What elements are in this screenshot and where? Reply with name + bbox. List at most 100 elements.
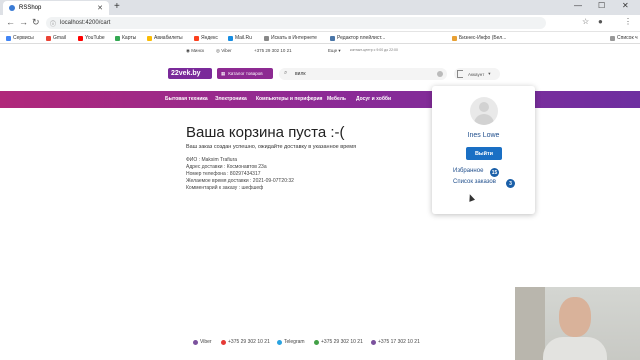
bookmark-label: Карты	[122, 35, 137, 41]
footer-label: +375 29 302 10 21	[321, 339, 363, 345]
bookmark-item[interactable]: Бизнес-Инфо (Бел...	[452, 35, 506, 41]
bookmark-item[interactable]: Сервисы	[6, 35, 34, 41]
site-info-icon[interactable]: ⓘ	[50, 19, 56, 28]
footer-phone-link[interactable]: +375 29 302 10 21	[314, 339, 363, 345]
phone-label: +375 29 302 10 21	[254, 48, 292, 53]
new-tab-button[interactable]: +	[114, 1, 120, 12]
bookmark-icon	[228, 35, 233, 41]
bookmark-icon	[115, 35, 120, 41]
login-icon	[457, 70, 463, 78]
address-bar-row: ← → ↻ ⓘ localhost:4200/cart ☆ ● ⋮	[0, 15, 640, 32]
bookmark-icon	[194, 35, 199, 41]
tab-close-icon[interactable]: ✕	[97, 4, 103, 12]
order-detail: Желаемое время доставки : 2021-09-07T20:…	[186, 178, 294, 184]
star-icon[interactable]: ☆	[582, 17, 589, 26]
viber-icon	[193, 339, 198, 345]
webcam-person-body	[543, 337, 607, 360]
category-nav: Бытовая техника Электроника Компьютеры и…	[0, 91, 640, 108]
favorites-link[interactable]: Избранное	[453, 168, 483, 174]
close-window-button[interactable]: ✕	[622, 1, 629, 10]
clear-search-icon[interactable]	[437, 71, 443, 77]
location-link[interactable]: ◉ Минск	[186, 48, 204, 54]
browser-tab[interactable]: RSShop ✕	[3, 1, 109, 15]
city-label: Минск	[191, 48, 205, 53]
footer-telegram-link[interactable]: Telegram	[277, 339, 305, 345]
hours-text: контакт-центр с 9:00 до 22:00	[350, 48, 398, 52]
bookmark-item[interactable]: YouTube	[78, 35, 105, 41]
bookmark-icon	[330, 35, 335, 41]
orders-count-badge: 3	[506, 179, 515, 188]
telegram-icon	[277, 339, 282, 345]
catalog-label: Каталог товаров	[228, 71, 263, 76]
footer-viber-link[interactable]: Viber	[193, 339, 212, 345]
catalog-button[interactable]: ▦ Каталог товаров	[217, 68, 273, 79]
site-logo[interactable]: 22vek.by	[168, 68, 212, 79]
catalog-grid-icon: ▦	[221, 70, 226, 76]
viber-label: Viber	[221, 48, 232, 53]
bookmark-label: Mail.Ru	[235, 35, 252, 41]
more-dropdown[interactable]: Еще ▾	[328, 48, 341, 54]
bookmark-item[interactable]: Mail.Ru	[228, 35, 252, 41]
favorites-count-badge: 15	[490, 168, 499, 177]
bookmark-icon	[147, 35, 152, 41]
chevron-down-icon: ▾	[488, 71, 491, 76]
bookmark-item[interactable]: Искать в Интернете	[264, 35, 317, 41]
bookmark-icon	[78, 35, 83, 41]
nav-item[interactable]: Электроника	[215, 96, 247, 102]
footer-phone-link[interactable]: +375 29 302 10 21	[221, 339, 270, 345]
footer-label: +375 17 302 10 21	[378, 339, 420, 345]
account-label: Аккаунт	[468, 71, 485, 77]
webcam-background-shape	[515, 287, 545, 360]
maximize-button[interactable]: ☐	[598, 1, 605, 10]
back-icon[interactable]: ←	[6, 17, 15, 27]
bookmark-label: Сервисы	[13, 35, 34, 41]
nav-item[interactable]: Бытовая техника	[165, 96, 208, 102]
phone-icon	[371, 339, 376, 345]
avatar-body-shape	[474, 114, 494, 125]
url-text: localhost:4200/cart	[60, 20, 111, 26]
bookmarks-bar: Сервисы Gmail YouTube Карты Авиабилеты Я…	[0, 32, 640, 44]
bookmark-icon	[452, 35, 457, 41]
bookmark-icon	[264, 35, 269, 41]
bookmark-label: Авиабилеты	[154, 35, 183, 41]
phone-icon	[221, 339, 226, 345]
avatar	[470, 97, 498, 125]
bookmark-item[interactable]: Список ч	[610, 35, 638, 41]
logout-button[interactable]: Выйти	[466, 147, 502, 160]
bookmark-label: Список ч	[617, 35, 638, 41]
search-value: вилк	[295, 71, 306, 77]
search-input[interactable]: ⌕ вилк	[279, 68, 447, 80]
reload-icon[interactable]: ↻	[32, 17, 40, 28]
nav-item[interactable]: Досуг и хобби	[356, 96, 391, 102]
bookmark-item[interactable]: Авиабилеты	[147, 35, 183, 41]
phone-icon	[314, 339, 319, 345]
url-field[interactable]: ⓘ localhost:4200/cart	[46, 17, 546, 29]
orders-link[interactable]: Список заказов	[453, 179, 496, 185]
bookmark-item[interactable]: Яндекс	[194, 35, 218, 41]
footer-label: Telegram	[284, 339, 305, 345]
menu-icon[interactable]: ⋮	[624, 17, 632, 26]
bookmark-label: Бизнес-Инфо (Бел...	[459, 35, 507, 41]
footer-phone-link[interactable]: +375 17 302 10 21	[371, 339, 420, 345]
nav-item[interactable]: Мебель	[327, 96, 346, 102]
account-dropdown: Ines Lowe Выйти Избранное 15 Список зака…	[432, 86, 535, 214]
bookmark-item[interactable]: Gmail	[46, 35, 66, 41]
bookmark-item[interactable]: Редактор плейлист...	[330, 35, 385, 41]
footer-label: +375 29 302 10 21	[228, 339, 270, 345]
profile-icon[interactable]: ●	[598, 17, 603, 26]
bookmark-label: YouTube	[85, 35, 105, 41]
bookmark-item[interactable]: Карты	[115, 35, 136, 41]
account-button[interactable]: Аккаунт ▾	[454, 68, 500, 80]
bookmark-icon	[46, 35, 51, 41]
search-icon: ⌕	[284, 70, 288, 76]
bookmark-label: Редактор плейлист...	[337, 35, 386, 41]
webcam-overlay	[515, 287, 640, 360]
phone-link[interactable]: +375 29 302 10 21	[254, 48, 292, 53]
nav-item[interactable]: Компьютеры и периферия	[256, 96, 322, 102]
bookmark-label: Яндекс	[201, 35, 218, 41]
minimize-button[interactable]: —	[574, 1, 582, 10]
top-info-bar: ◉ Минск ◎ Viber +375 29 302 10 21 Еще ▾ …	[0, 44, 640, 56]
tab-favicon-icon	[9, 5, 15, 11]
forward-icon[interactable]: →	[19, 17, 28, 27]
viber-link[interactable]: ◎ Viber	[216, 48, 232, 54]
